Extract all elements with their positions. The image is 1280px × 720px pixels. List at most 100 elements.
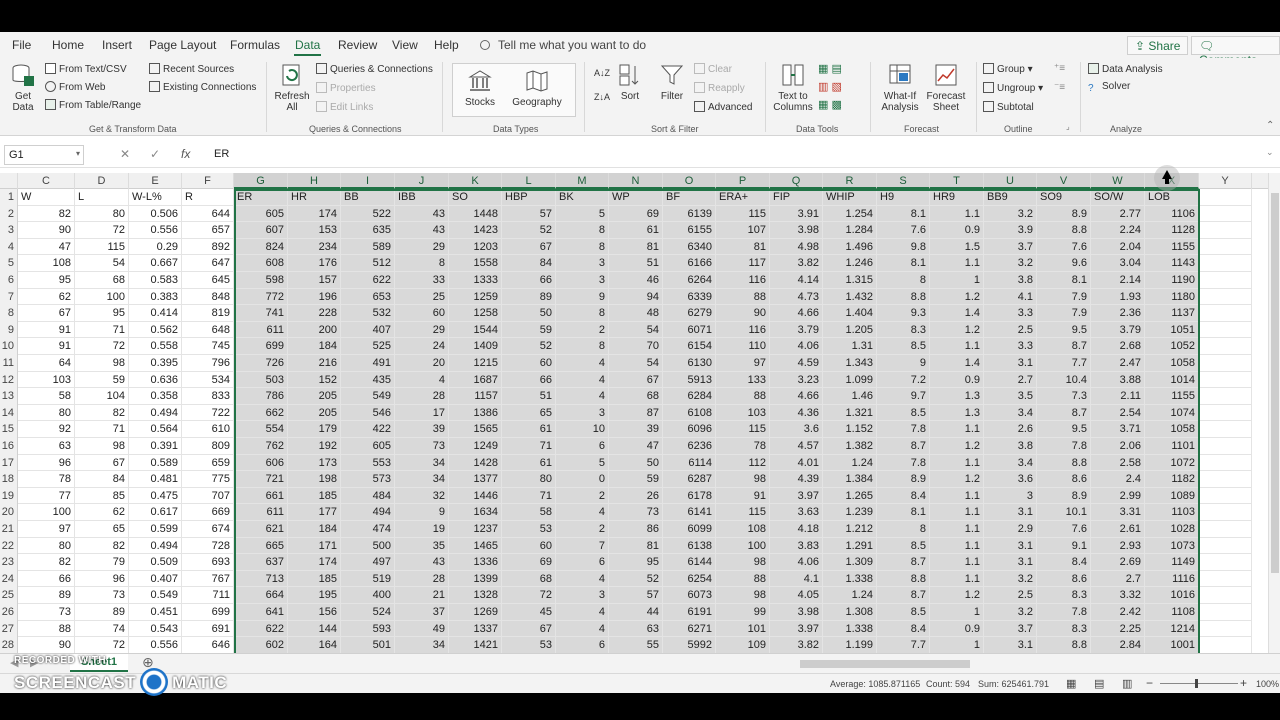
data-cell[interactable]: 0.558 [129, 338, 182, 355]
data-cell[interactable]: 1386 [449, 404, 502, 422]
data-cell[interactable]: 64 [18, 355, 75, 372]
data-cell[interactable]: 3.5 [984, 388, 1037, 405]
data-cell[interactable]: 19 [395, 521, 449, 538]
data-cell[interactable]: 115 [716, 504, 770, 521]
data-cell[interactable]: 103 [18, 371, 75, 389]
data-cell[interactable]: 55 [609, 637, 663, 653]
data-cell[interactable]: 195 [288, 587, 341, 604]
data-cell[interactable]: 67 [502, 238, 556, 256]
data-cell[interactable]: 35 [395, 537, 449, 555]
data-cell[interactable]: 9.5 [1037, 321, 1091, 339]
data-cell[interactable]: 65 [75, 521, 129, 538]
data-cell[interactable]: 892 [182, 238, 234, 256]
data-cell[interactable]: 4 [556, 570, 609, 588]
data-cell[interactable]: 45 [502, 604, 556, 621]
data-cell[interactable]: 8.7 [1037, 338, 1091, 355]
data-cell[interactable]: 1.1 [930, 255, 984, 272]
data-cell[interactable]: 29 [395, 238, 449, 256]
data-cell[interactable]: 0.667 [129, 255, 182, 272]
data-cell[interactable]: 1.205 [823, 321, 877, 339]
data-cell[interactable]: 3.2 [984, 255, 1037, 272]
stocks-button[interactable]: Stocks [460, 68, 500, 108]
horizontal-scroll-thumb[interactable] [800, 660, 970, 668]
data-cell[interactable]: 1074 [1145, 404, 1199, 422]
data-cell[interactable]: 0.583 [129, 272, 182, 289]
data-cell[interactable]: 67 [75, 454, 129, 472]
data-cell[interactable]: 1180 [1145, 288, 1199, 306]
row-header[interactable]: 13 [0, 388, 18, 405]
data-cell[interactable]: 6236 [663, 438, 716, 455]
data-cell[interactable]: 3 [984, 487, 1037, 505]
data-cell[interactable]: 1.099 [823, 371, 877, 389]
data-cell[interactable]: 1103 [1145, 504, 1199, 521]
data-cell[interactable]: 1.321 [823, 404, 877, 422]
data-cell[interactable]: 3.63 [770, 504, 823, 521]
data-cell[interactable]: 21 [395, 587, 449, 604]
data-cell[interactable]: 1 [930, 604, 984, 621]
data-cell[interactable]: 3.83 [770, 537, 823, 555]
data-cell[interactable]: 1014 [1145, 371, 1199, 389]
data-cell[interactable]: 1058 [1145, 421, 1199, 438]
data-cell[interactable]: 6 [556, 554, 609, 571]
data-cell[interactable] [1199, 205, 1252, 223]
data-cell[interactable]: 95 [75, 305, 129, 322]
data-cell[interactable]: 6178 [663, 487, 716, 505]
data-cell[interactable]: 6191 [663, 604, 716, 621]
data-cell[interactable]: 96 [18, 454, 75, 472]
data-cell[interactable]: 112 [716, 454, 770, 472]
data-cell[interactable] [1199, 537, 1252, 555]
data-cell[interactable]: 512 [341, 255, 395, 272]
column-header[interactable]: M [556, 173, 609, 189]
data-validation-button[interactable]: ▦ ▩ [818, 98, 842, 111]
data-cell[interactable]: 9.3 [877, 305, 930, 322]
data-cell[interactable]: 98 [75, 438, 129, 455]
data-cell[interactable]: 0.556 [129, 637, 182, 653]
data-cell[interactable]: 8.3 [1037, 620, 1091, 638]
data-cell[interactable]: 605 [341, 438, 395, 455]
data-cell[interactable]: 1.291 [823, 537, 877, 555]
column-header[interactable]: T [930, 173, 984, 189]
data-cell[interactable]: 61 [502, 421, 556, 438]
header-cell[interactable]: ERA+ [716, 189, 770, 206]
data-cell[interactable]: 1.1 [930, 537, 984, 555]
data-cell[interactable]: 635 [341, 222, 395, 239]
data-cell[interactable]: 4 [556, 504, 609, 521]
data-cell[interactable]: 1269 [449, 604, 502, 621]
data-cell[interactable]: 2.6 [984, 421, 1037, 438]
header-cell[interactable]: ER [234, 189, 288, 206]
data-cell[interactable]: 9.1 [1037, 537, 1091, 555]
data-cell[interactable]: 59 [75, 371, 129, 389]
data-cell[interactable]: 3.32 [1091, 587, 1145, 604]
data-cell[interactable]: 1399 [449, 570, 502, 588]
data-cell[interactable]: 3.04 [1091, 255, 1145, 272]
data-cell[interactable]: 95 [609, 554, 663, 571]
data-cell[interactable]: 607 [234, 222, 288, 239]
edit-links-button[interactable]: Edit Links [316, 101, 373, 113]
data-cell[interactable] [1199, 338, 1252, 355]
data-cell[interactable]: 57 [502, 205, 556, 223]
data-cell[interactable]: 4.18 [770, 521, 823, 538]
column-header[interactable]: E [129, 173, 182, 189]
tab-page-layout[interactable]: Page Layout [149, 38, 216, 52]
data-cell[interactable]: 6141 [663, 504, 716, 521]
data-cell[interactable]: 4 [556, 371, 609, 389]
data-cell[interactable]: 84 [502, 255, 556, 272]
data-cell[interactable]: 664 [234, 587, 288, 604]
data-cell[interactable]: 610 [182, 421, 234, 438]
data-cell[interactable]: 6130 [663, 355, 716, 372]
data-cell[interactable]: 3.8 [984, 438, 1037, 455]
data-cell[interactable]: 82 [75, 404, 129, 422]
data-cell[interactable]: 115 [716, 421, 770, 438]
data-cell[interactable]: 645 [182, 272, 234, 289]
queries-connections-button[interactable]: Queries & Connections [316, 63, 433, 75]
data-cell[interactable]: 8 [556, 305, 609, 322]
data-cell[interactable]: 0.9 [930, 222, 984, 239]
data-cell[interactable]: 3.7 [984, 238, 1037, 256]
data-cell[interactable] [1199, 487, 1252, 505]
data-cell[interactable]: 1.382 [823, 438, 877, 455]
data-cell[interactable]: 6114 [663, 454, 716, 472]
header-cell[interactable]: LOB [1145, 189, 1199, 206]
data-cell[interactable] [1199, 620, 1252, 638]
data-cell[interactable]: 6 [556, 637, 609, 653]
data-cell[interactable]: 767 [182, 570, 234, 588]
